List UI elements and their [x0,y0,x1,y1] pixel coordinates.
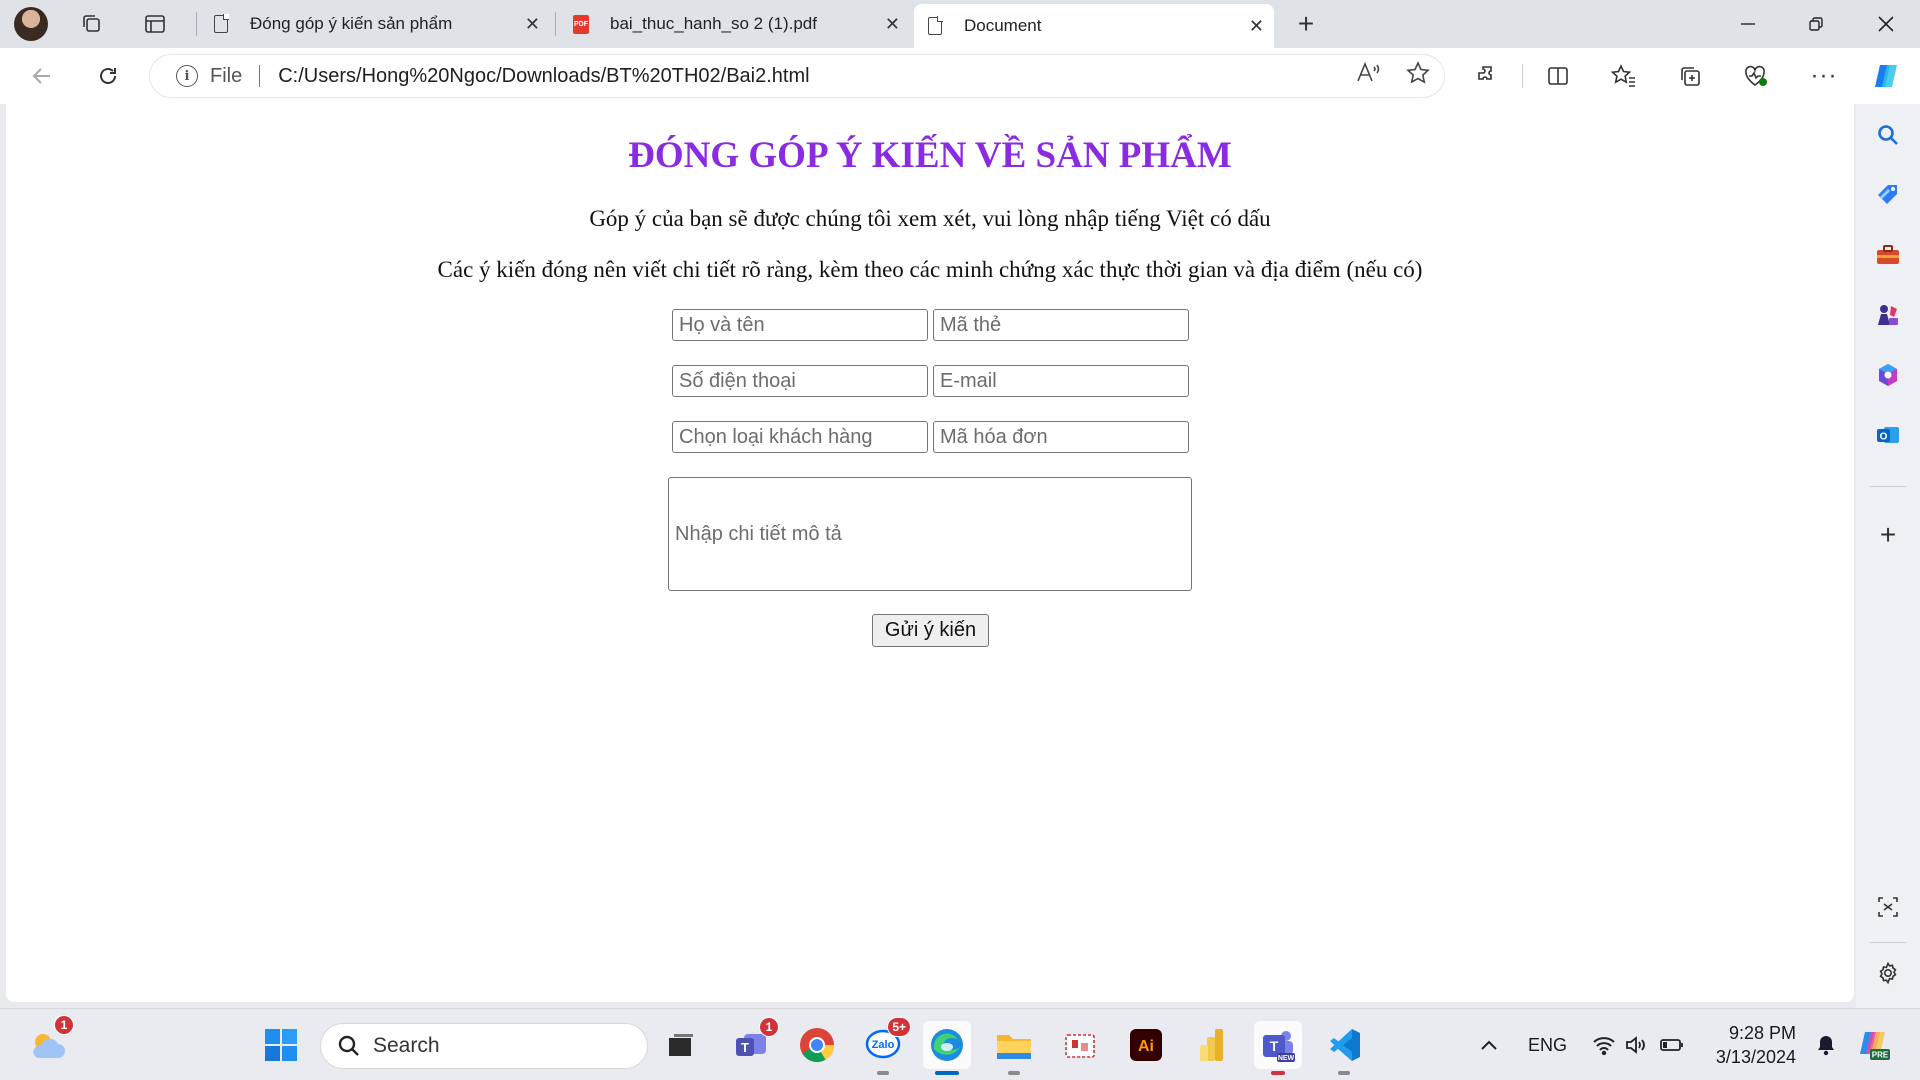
phone-input[interactable] [672,365,928,397]
start-windows-icon[interactable] [257,1021,305,1069]
edge-icon[interactable] [923,1021,971,1075]
reload-icon[interactable] [88,58,128,94]
zalo-icon[interactable]: Zalo 5+ [859,1017,911,1075]
close-tab-icon[interactable]: ✕ [1249,16,1264,37]
email-input[interactable] [933,365,1189,397]
shopping-tag-icon[interactable] [1875,182,1901,208]
profile-avatar[interactable] [14,7,48,41]
tab-label: bai_thuc_hanh_so 2 (1).pdf [610,14,817,33]
customer-type-input[interactable] [672,421,928,453]
intro-text: Góp ý của bạn sẽ được chúng tôi xem xét,… [589,206,1271,231]
new-tab-icon[interactable]: + [1284,4,1328,44]
teams-chat-icon[interactable]: T 1 [727,1017,779,1069]
navigation-bar: i File C:/Users/Hong%20Ngoc/Downloads/BT… [0,48,1920,104]
zalo-badge: 5+ [887,1017,911,1037]
restore-icon[interactable] [1788,0,1844,48]
tab-feedback[interactable]: Đóng góp ý kiến sản phẩm ✕ [200,6,550,42]
search-label: Search [373,1034,440,1057]
document-icon [212,14,230,34]
svg-text:PRE: PRE [1872,1051,1889,1060]
tab-actions-icon[interactable] [133,4,177,44]
clock-time: 9:28 PM [1728,1023,1796,1043]
teams-badge: 1 [759,1017,779,1037]
split-screen-icon[interactable] [1540,60,1576,92]
favorites-icon[interactable] [1606,60,1642,92]
language-indicator[interactable]: ENG [1528,1035,1567,1056]
close-tab-icon[interactable]: ✕ [885,14,900,35]
copilot-preview-icon[interactable]: PRE [1850,1021,1896,1069]
screenshot-icon[interactable] [1875,894,1901,920]
vscode-icon[interactable] [1320,1021,1368,1075]
svg-text:T: T [1270,1038,1279,1054]
favorite-star-icon[interactable] [1406,61,1430,91]
tab-pdf[interactable]: PDF bai_thuc_hanh_so 2 (1).pdf ✕ [560,6,910,42]
search-icon[interactable] [1875,122,1901,148]
card-code-input[interactable] [933,309,1189,341]
submit-feedback-button[interactable]: Gửi ý kiến [872,614,989,647]
svg-text:Zalo: Zalo [872,1039,895,1051]
instruction-text: Các ý kiến đóng nên viết chi tiết rõ ràn… [437,257,1423,282]
browser-essentials-icon[interactable] [1738,60,1774,92]
snipping-tool-icon[interactable] [1056,1021,1104,1069]
volume-icon[interactable] [1616,1021,1656,1069]
svg-text:T: T [741,1040,749,1055]
file-explorer-icon[interactable] [990,1021,1038,1075]
edge-sidebar: O + [1856,104,1920,1008]
back-icon[interactable] [22,58,62,94]
settings-gear-icon[interactable] [1875,960,1901,986]
pdf-icon: PDF [572,14,590,34]
extensions-icon[interactable] [1470,60,1506,92]
tab-label: Document [964,16,1042,35]
full-name-input[interactable] [672,309,928,341]
tab-label: Đóng góp ý kiến sản phẩm [250,14,453,33]
illustrator-icon[interactable]: Ai [1122,1021,1170,1069]
weather-widget[interactable]: 1 [24,1015,74,1069]
weather-badge: 1 [54,1015,74,1035]
url-text[interactable]: C:/Users/Hong%20Ngoc/Downloads/BT%20TH02… [278,65,809,88]
notifications-bell-icon[interactable] [1806,1021,1846,1069]
close-window-icon[interactable] [1858,0,1914,48]
svg-text:NEW: NEW [1278,1055,1295,1062]
page-viewport: ĐÓNG GÓP Ý KIẾN VỀ SẢN PHẨM Góp ý của bạ… [6,104,1854,1002]
description-placeholder: Nhập chi tiết mô tả [675,522,842,545]
svg-text:Ai: Ai [1138,1038,1154,1055]
show-hidden-icons-chevron-up-icon[interactable] [1466,1021,1512,1069]
add-sidebar-app-icon[interactable]: + [1875,519,1901,550]
task-view-icon[interactable] [657,1021,705,1069]
page-title: ĐÓNG GÓP Ý KIẾN VỀ SẢN PHẨM [628,135,1232,176]
power-bi-icon[interactable] [1188,1021,1236,1069]
workspaces-icon[interactable] [70,4,114,44]
clock-date: 3/13/2024 [1715,1047,1796,1067]
svg-text:O: O [1880,432,1888,443]
title-bar: Đóng góp ý kiến sản phẩm ✕ PDF bai_thuc_… [0,0,1920,48]
minimize-icon[interactable] [1720,0,1776,48]
info-icon[interactable]: i [176,65,198,87]
description-textarea[interactable]: Nhập chi tiết mô tả [668,477,1192,591]
teams-new-icon[interactable]: T NEW [1254,1021,1302,1075]
taskbar-search[interactable]: Search [320,1023,648,1069]
invoice-code-input[interactable] [933,421,1189,453]
tools-briefcase-icon[interactable] [1875,242,1901,268]
more-options-icon[interactable]: ··· [1806,60,1842,92]
document-icon [926,16,944,36]
url-scheme: File [210,64,243,87]
collections-icon[interactable] [1672,60,1708,92]
system-clock[interactable]: 9:28 PM 3/13/2024 [1700,1021,1796,1069]
read-aloud-icon[interactable] [1356,61,1382,91]
search-icon [338,1035,359,1056]
outlook-icon[interactable]: O [1875,422,1901,448]
battery-icon[interactable] [1652,1021,1692,1069]
tab-document[interactable]: Document ✕ [914,4,1274,48]
address-bar[interactable]: i File C:/Users/Hong%20Ngoc/Downloads/BT… [150,55,1444,97]
microsoft-365-icon[interactable] [1875,362,1901,388]
games-icon[interactable] [1875,302,1901,328]
copilot-icon[interactable] [1868,60,1904,92]
close-tab-icon[interactable]: ✕ [525,14,540,35]
chrome-icon[interactable] [793,1021,841,1069]
taskbar: 1 Search T 1 Zalo 5+ Ai T NEW ENG 9:28 P… [0,1008,1920,1080]
